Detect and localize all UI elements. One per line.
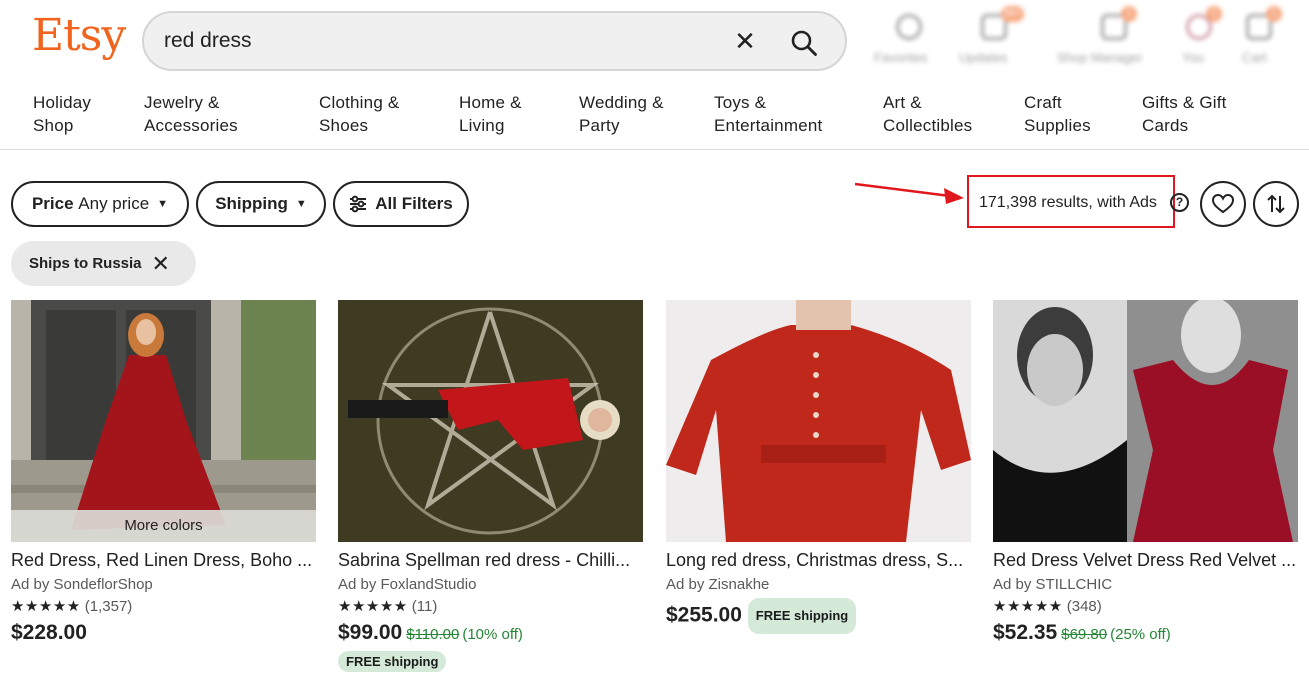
heart-icon [1212, 194, 1234, 214]
product-price: $52.35 [993, 621, 1058, 644]
review-count: (348) [1066, 598, 1102, 615]
free-shipping-badge: FREE shipping [338, 651, 447, 672]
product-title[interactable]: Long red dress, Christmas dress, S... [666, 548, 971, 572]
rating: ★★★★★ (1,357) [11, 596, 316, 618]
favorites-button[interactable]: Favorites [872, 8, 952, 70]
star-rating-icon: ★★★★★ [11, 598, 81, 615]
ships-to-filter-chip[interactable]: Ships to Russia ✕ [11, 241, 196, 286]
header-account-icons: Favorites 99+ Updates 1 Shop Manager 1 Y… [872, 6, 1302, 70]
shop-name: Ad by SondeflorShop [11, 576, 153, 593]
product-image[interactable] [993, 300, 1298, 542]
product-photo-sabrina-dress [338, 300, 643, 542]
you-badge: 1 [1206, 6, 1222, 22]
product-price-row: $99.00 $110.00 (10% off) [338, 618, 643, 648]
shop-name: Ad by Zisnakhe [666, 576, 770, 593]
search-button[interactable] [784, 23, 824, 63]
sort-button[interactable] [1253, 181, 1299, 227]
star-rating-icon: ★★★★★ [993, 598, 1063, 615]
remove-filter-icon[interactable]: ✕ [152, 252, 170, 275]
product-photo-red-linen-dress [11, 300, 316, 542]
product-image[interactable] [338, 300, 643, 542]
category-clothing[interactable]: Clothing & Shoes [319, 91, 399, 137]
search-icon [791, 30, 817, 56]
shop-manager-button[interactable]: 1 Shop Manager [1057, 6, 1157, 70]
discount: (10% off) [462, 626, 523, 643]
product-title[interactable]: Sabrina Spellman red dress - Chilli... [338, 548, 643, 572]
product-price: $228.00 [11, 621, 87, 644]
search-input[interactable]: red dress [164, 29, 252, 53]
product-price-row: $52.35 $69.80 (25% off) [993, 618, 1298, 648]
cart-button[interactable]: 1 Cart [1222, 6, 1302, 70]
product-image[interactable]: More colors [11, 300, 316, 542]
shop-name: Ad by STILLCHIC [993, 576, 1113, 593]
category-jewelry[interactable]: Jewelry & Accessories [144, 91, 238, 137]
original-price: $69.80 [1061, 626, 1108, 643]
caret-down-icon: ▼ [157, 198, 169, 210]
sort-icon [1267, 194, 1285, 214]
product-price: $255.00 [666, 603, 742, 627]
review-count: (11) [411, 598, 438, 615]
category-holiday-shop[interactable]: Holiday Shop [33, 91, 91, 137]
all-filters-button[interactable]: All Filters [333, 181, 469, 227]
product-price: $99.00 [338, 621, 403, 644]
category-art[interactable]: Art & Collectibles [883, 91, 972, 137]
product-title[interactable]: Red Dress, Red Linen Dress, Boho ... [11, 548, 316, 572]
search-bar[interactable]: red dress ✕ [142, 11, 847, 71]
shop-name: Ad by FoxlandStudio [338, 576, 477, 593]
annotation-arrow [854, 182, 964, 204]
category-wedding[interactable]: Wedding & Party [579, 91, 664, 137]
review-count: (1,357) [84, 598, 133, 615]
rating: ★★★★★ (348) [993, 596, 1298, 618]
product-title[interactable]: Red Dress Velvet Dress Red Velvet ... [993, 548, 1298, 572]
category-home-living[interactable]: Home & Living [459, 91, 522, 137]
sliders-icon [350, 195, 367, 213]
product-photo-velvet-dress [993, 300, 1298, 542]
favorite-search-button[interactable] [1200, 181, 1246, 227]
caret-down-icon: ▼ [295, 198, 307, 210]
category-craft[interactable]: Craft Supplies [1024, 91, 1091, 137]
product-card[interactable]: Red Dress Velvet Dress Red Velvet ... Ad… [993, 300, 1298, 648]
product-image[interactable] [666, 300, 971, 542]
rating: ★★★★★ (11) [338, 596, 643, 618]
product-card[interactable]: Long red dress, Christmas dress, S... Ad… [666, 300, 971, 634]
free-shipping-badge: FREE shipping [747, 598, 857, 634]
star-rating-icon: ★★★★★ [338, 598, 408, 615]
clear-search-icon[interactable]: ✕ [732, 28, 758, 54]
category-nav: Holiday Shop Jewelry & Accessories Clothin… [0, 88, 1309, 150]
shipping-filter-button[interactable]: Shipping ▼ [196, 181, 326, 227]
etsy-logo[interactable]: Etsy [32, 10, 126, 61]
more-colors-overlay[interactable]: More colors [11, 510, 316, 542]
discount: (25% off) [1110, 626, 1171, 643]
original-price: $110.00 [406, 626, 460, 643]
updates-badge: 99+ [1001, 6, 1024, 22]
updates-button[interactable]: 99+ Updates [957, 6, 1037, 70]
product-card[interactable]: More colors Red Dress, Red Linen Dress, … [11, 300, 316, 648]
price-filter-button[interactable]: Price Any price ▼ [11, 181, 189, 227]
help-icon[interactable]: ? [1170, 193, 1189, 212]
shop-manager-badge: 1 [1121, 6, 1137, 22]
category-gifts[interactable]: Gifts & Gift Cards [1142, 91, 1227, 137]
cart-badge: 1 [1266, 6, 1282, 22]
category-toys[interactable]: Toys & Entertainment [714, 91, 822, 137]
product-photo-long-red-dress [666, 300, 971, 542]
product-card[interactable]: Sabrina Spellman red dress - Chilli... A… [338, 300, 643, 672]
results-count: 171,398 results, with Ads [979, 194, 1157, 211]
favorites-icon [896, 14, 922, 40]
product-price-row: $255.00 FREE shipping [666, 598, 971, 634]
